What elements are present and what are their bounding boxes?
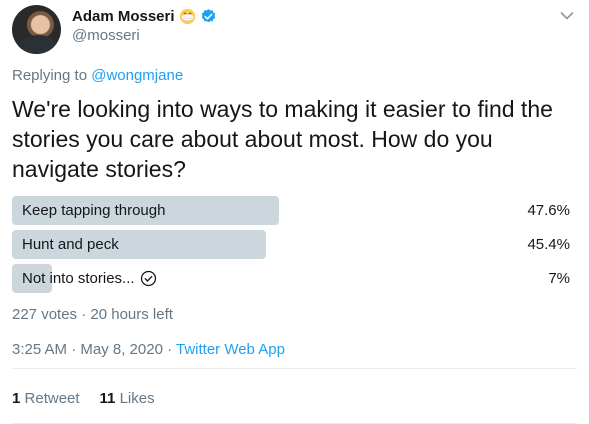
mask-emoji-icon [179,8,195,25]
checkmark-circle-icon [140,270,156,287]
author-name-row[interactable]: Adam Mosseri [72,8,217,25]
chevron-down-icon[interactable] [560,11,574,21]
likes-stat[interactable]: 11 Likes [100,390,155,407]
retweets-label: Retweet [24,390,80,407]
poll-choice: Not into stories... 7% [12,264,572,293]
likes-label: Likes [119,390,155,407]
likes-count: 11 [99,390,116,407]
poll-choice: Keep tapping through 47.6% [12,196,572,225]
poll-choice-text: Keep tapping through [22,202,166,219]
retweets-stat[interactable]: 1 Retweet [12,390,80,407]
poll-choice: Hunt and peck 45.4% [12,230,572,259]
replying-prefix: Replying to [12,67,88,84]
reply-mention-link[interactable]: @wongmjane [91,67,183,84]
poll-choice-label: Hunt and peck [12,236,119,253]
avatar[interactable] [12,5,61,54]
poll-choice-text: Hunt and peck [22,236,119,253]
tweet-text: We're looking into ways to making it eas… [12,96,553,182]
poll-choice-percent: 7% [548,270,570,287]
poll-meta: 227 votes · 20 hours left [12,306,173,323]
divider [12,368,577,369]
poll-choice-percent: 47.6% [527,202,570,219]
replying-to: Replying to @wongmjane [12,67,183,84]
engagement-stats: 1 Retweet 11 Likes [12,390,155,407]
poll: Keep tapping through 47.6% Hunt and peck… [12,196,572,298]
poll-choice-label: Keep tapping through [12,202,165,219]
poll-choice-percent: 45.4% [527,236,570,253]
verified-badge-icon [201,9,215,23]
timestamp-text[interactable]: 3:25 AM · May 8, 2020 · [12,341,176,358]
tweet-timestamp: 3:25 AM · May 8, 2020 · Twitter Web App [12,341,285,358]
author-name[interactable]: Adam Mosseri [72,8,175,25]
author-handle[interactable]: @mosseri [72,27,140,44]
poll-choice-text: Not into stories... [22,270,135,287]
source-app-link[interactable]: Twitter Web App [176,341,285,358]
retweets-count: 1 [12,390,21,407]
poll-choice-label: Not into stories... [12,270,157,287]
